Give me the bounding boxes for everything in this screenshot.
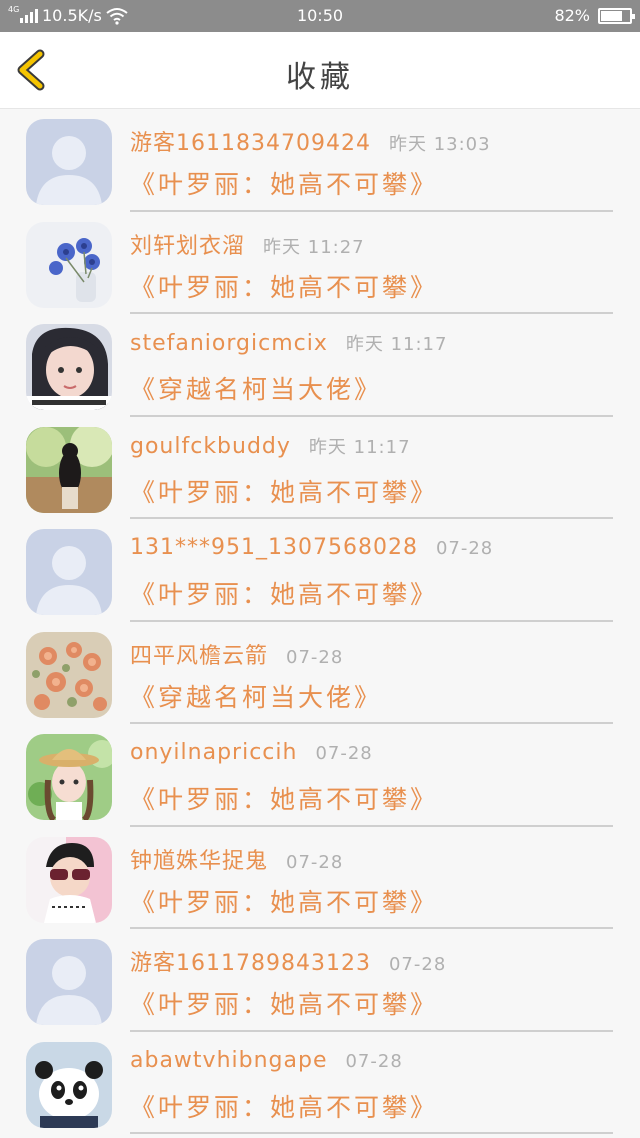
avatar[interactable] — [26, 1041, 112, 1128]
avatar[interactable] — [26, 939, 112, 1025]
avatar[interactable] — [26, 631, 112, 718]
username[interactable]: abawtvhibngape — [130, 1048, 327, 1073]
avatar[interactable] — [26, 324, 112, 410]
timestamp: 07-28 — [315, 743, 373, 764]
book-title[interactable]: 《叶罗丽：她高不可攀》 — [130, 575, 438, 611]
timestamp: 07-28 — [286, 851, 344, 873]
username[interactable]: onyilnapriccih — [130, 740, 297, 765]
avatar[interactable] — [26, 836, 112, 923]
username[interactable]: 131***951_1307568028 — [130, 535, 418, 560]
list-item[interactable]: stefaniorgicmcix 昨天 11:17 《穿越名柯当大佬》 — [0, 314, 640, 417]
status-bar: 4G 10.5K/s 10:50 82% — [0, 0, 640, 32]
book-title[interactable]: 《叶罗丽：她高不可攀》 — [130, 473, 438, 509]
favorites-list: 游客1611834709424 昨天 13:03 《叶罗丽：她高不可攀》 刘轩划… — [0, 109, 640, 1134]
username[interactable]: 游客1611834709424 — [130, 125, 371, 157]
timestamp: 07-28 — [435, 538, 494, 559]
list-item[interactable]: 钟馗姝华捉鬼 07-28 《叶罗丽：她高不可攀》 — [0, 827, 640, 929]
book-title[interactable]: 《叶罗丽：她高不可攀》 — [130, 780, 438, 816]
list-item[interactable]: 游客1611789843123 07-28 《叶罗丽：她高不可攀》 — [0, 929, 640, 1032]
book-title[interactable]: 《叶罗丽：她高不可攀》 — [130, 883, 438, 919]
avatar[interactable] — [26, 426, 112, 513]
timestamp: 昨天 11:17 — [345, 334, 448, 355]
username[interactable]: 刘轩划衣溜 — [130, 228, 245, 260]
timestamp: 07-28 — [388, 954, 447, 975]
list-item[interactable]: abawtvhibngape 07-28 《叶罗丽：她高不可攀》 — [0, 1032, 640, 1134]
book-title[interactable]: 《穿越名柯当大佬》 — [130, 678, 382, 714]
clock: 10:50 — [296, 6, 344, 25]
book-title[interactable]: 《叶罗丽：她高不可攀》 — [130, 985, 438, 1021]
username[interactable]: stefaniorgicmcix — [130, 331, 328, 356]
nav-header: 收藏 — [0, 32, 640, 109]
avatar[interactable] — [26, 529, 112, 615]
list-item[interactable]: 刘轩划衣溜 昨天 11:27 《叶罗丽：她高不可攀》 — [0, 212, 640, 314]
page-title: 收藏 — [286, 60, 354, 95]
list-item[interactable]: goulfckbuddy 昨天 11:17 《叶罗丽：她高不可攀》 — [0, 417, 640, 519]
timestamp: 昨天 11:27 — [263, 236, 365, 258]
divider — [130, 1132, 613, 1134]
list-item[interactable]: 四平风檐云箭 07-28 《穿越名柯当大佬》 — [0, 622, 640, 724]
username[interactable]: 游客1611789843123 — [130, 945, 371, 977]
book-title[interactable]: 《穿越名柯当大佬》 — [130, 370, 382, 406]
timestamp: 07-28 — [345, 1050, 403, 1072]
battery-icon — [598, 7, 635, 24]
list-item[interactable]: 131***951_1307568028 07-28 《叶罗丽：她高不可攀》 — [0, 519, 640, 622]
username[interactable]: goulfckbuddy — [130, 434, 291, 459]
book-title[interactable]: 《叶罗丽：她高不可攀》 — [130, 1088, 438, 1124]
timestamp: 昨天 13:03 — [388, 134, 491, 155]
avatar[interactable] — [26, 734, 112, 820]
username[interactable]: 四平风檐云箭 — [130, 638, 268, 670]
username[interactable]: 钟馗姝华捉鬼 — [130, 843, 268, 875]
timestamp: 昨天 11:17 — [308, 436, 411, 458]
book-title[interactable]: 《叶罗丽：她高不可攀》 — [130, 165, 438, 201]
list-item[interactable]: onyilnapriccih 07-28 《叶罗丽：她高不可攀》 — [0, 724, 640, 827]
avatar[interactable] — [26, 221, 112, 308]
book-title[interactable]: 《叶罗丽：她高不可攀》 — [130, 268, 438, 304]
list-item[interactable]: 游客1611834709424 昨天 13:03 《叶罗丽：她高不可攀》 — [0, 109, 640, 212]
battery-percent: 82% — [554, 6, 590, 25]
timestamp: 07-28 — [286, 646, 344, 668]
avatar[interactable] — [26, 119, 112, 205]
